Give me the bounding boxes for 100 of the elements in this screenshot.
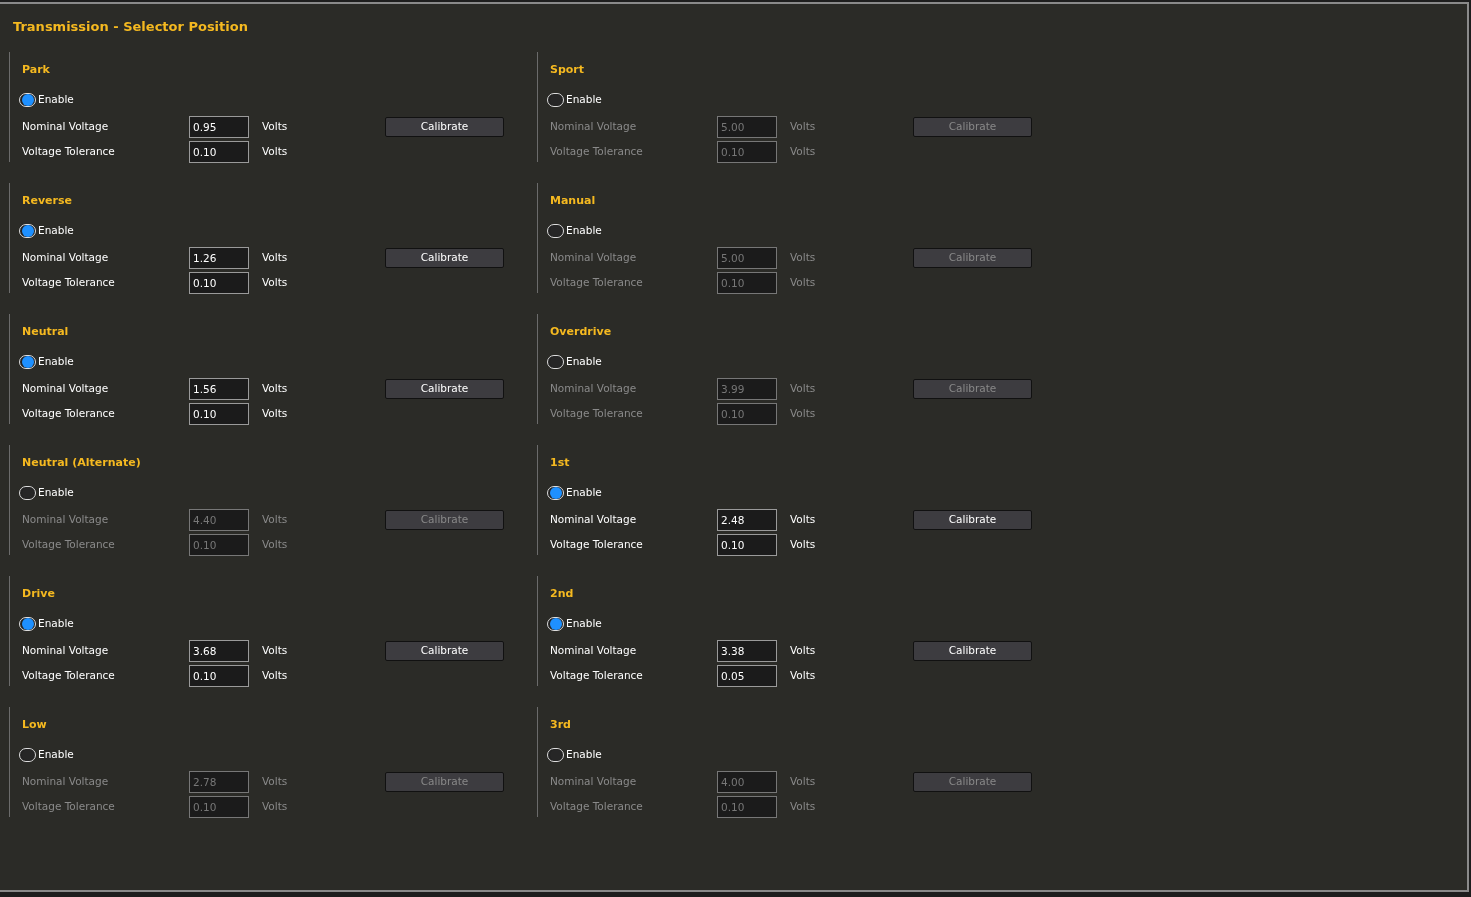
input-field[interactable]: 1.56 xyxy=(189,377,249,400)
radio-button[interactable] xyxy=(19,748,36,762)
section-title: Drive xyxy=(22,585,56,602)
unit-label: Volts xyxy=(790,406,817,422)
field-label: Voltage Tolerance xyxy=(22,275,116,291)
field-label: Voltage Tolerance xyxy=(550,275,644,291)
calibrate-button[interactable]: Calibrate xyxy=(385,378,504,399)
field-label: Nominal Voltage xyxy=(550,773,638,789)
section-title: Sport xyxy=(550,61,586,78)
radio-label[interactable]: Enable xyxy=(38,92,74,108)
input-field[interactable]: 2.48 xyxy=(717,508,777,531)
calibrate-button[interactable]: Calibrate xyxy=(385,247,504,268)
unit-label: Volts xyxy=(262,118,289,134)
radio-label[interactable]: Enable xyxy=(38,485,74,501)
unit-label: Volts xyxy=(262,537,289,553)
unit-label: Volts xyxy=(262,773,289,789)
radio-button[interactable] xyxy=(19,93,36,107)
field-label: Nominal Voltage xyxy=(550,118,638,134)
input-field[interactable]: 0.10 xyxy=(189,272,249,294)
unit-label: Volts xyxy=(262,642,289,658)
input-field[interactable]: 1.26 xyxy=(189,246,249,269)
input-field[interactable]: 0.05 xyxy=(717,665,777,687)
unit-label: Volts xyxy=(790,249,817,265)
radio-label[interactable]: Enable xyxy=(38,354,74,370)
calibrate-button[interactable]: Calibrate xyxy=(913,640,1032,661)
unit-label: Volts xyxy=(262,799,289,815)
unit-label: Volts xyxy=(790,668,817,684)
field-label: Voltage Tolerance xyxy=(550,537,644,553)
radio-label[interactable]: Enable xyxy=(566,616,602,632)
field-label: Voltage Tolerance xyxy=(22,668,116,684)
input-field[interactable]: 0.10 xyxy=(189,665,249,687)
radio-label[interactable]: Enable xyxy=(38,747,74,763)
section-title: 2nd xyxy=(550,585,575,602)
radio-button[interactable] xyxy=(547,355,564,369)
radio-button[interactable] xyxy=(19,617,36,631)
field-label: Nominal Voltage xyxy=(22,511,110,527)
unit-label: Volts xyxy=(262,144,289,160)
section-title: 1st xyxy=(550,454,571,471)
field-label: Nominal Voltage xyxy=(550,642,638,658)
section-title: Low xyxy=(22,716,48,733)
section-title: Neutral (Alternate) xyxy=(22,454,142,471)
unit-label: Volts xyxy=(262,406,289,422)
field-label: Nominal Voltage xyxy=(550,380,638,396)
field-label: Nominal Voltage xyxy=(550,249,638,265)
unit-label: Volts xyxy=(790,275,817,291)
unit-label: Volts xyxy=(790,799,817,815)
input-field[interactable]: 0.10 xyxy=(189,403,249,425)
radio-button[interactable] xyxy=(19,486,36,500)
field-label: Nominal Voltage xyxy=(22,642,110,658)
input-field[interactable]: 0.10 xyxy=(189,141,249,163)
unit-label: Volts xyxy=(262,275,289,291)
unit-label: Volts xyxy=(790,642,817,658)
radio-label[interactable]: Enable xyxy=(38,616,74,632)
field-label: Voltage Tolerance xyxy=(550,668,644,684)
input-field[interactable]: 3.68 xyxy=(189,639,249,662)
radio-button[interactable] xyxy=(19,355,36,369)
radio-button[interactable] xyxy=(547,224,564,238)
field-label: Nominal Voltage xyxy=(22,380,110,396)
calibrate-button[interactable]: Calibrate xyxy=(385,640,504,661)
field-label: Nominal Voltage xyxy=(22,118,110,134)
input-field[interactable]: 0.95 xyxy=(189,115,249,138)
panel-title: Transmission - Selector Position xyxy=(13,18,248,36)
field-label: Voltage Tolerance xyxy=(550,406,644,422)
unit-label: Volts xyxy=(262,668,289,684)
radio-button[interactable] xyxy=(547,748,564,762)
radio-label[interactable]: Enable xyxy=(566,223,602,239)
field-label: Voltage Tolerance xyxy=(550,144,644,160)
section-title: Reverse xyxy=(22,192,73,209)
unit-label: Volts xyxy=(790,144,817,160)
radio-label[interactable]: Enable xyxy=(566,747,602,763)
field-label: Voltage Tolerance xyxy=(22,144,116,160)
section-title: 3rd xyxy=(550,716,572,733)
unit-label: Volts xyxy=(262,249,289,265)
unit-label: Volts xyxy=(262,380,289,396)
radio-label[interactable]: Enable xyxy=(38,223,74,239)
calibrate-button[interactable]: Calibrate xyxy=(385,116,504,137)
calibrate-button[interactable]: Calibrate xyxy=(913,509,1032,530)
radio-button[interactable] xyxy=(547,617,564,631)
unit-label: Volts xyxy=(790,773,817,789)
radio-button[interactable] xyxy=(19,224,36,238)
radio-button[interactable] xyxy=(547,93,564,107)
section-title: Overdrive xyxy=(550,323,613,340)
field-label: Nominal Voltage xyxy=(22,773,110,789)
field-label: Voltage Tolerance xyxy=(550,799,644,815)
input-field[interactable]: 0.10 xyxy=(717,534,777,556)
unit-label: Volts xyxy=(262,511,289,527)
field-label: Voltage Tolerance xyxy=(22,537,116,553)
radio-label[interactable]: Enable xyxy=(566,354,602,370)
unit-label: Volts xyxy=(790,511,817,527)
unit-label: Volts xyxy=(790,537,817,553)
radio-button[interactable] xyxy=(547,486,564,500)
input-field[interactable]: 3.38 xyxy=(717,639,777,662)
field-label: Voltage Tolerance xyxy=(22,406,116,422)
field-label: Nominal Voltage xyxy=(550,511,638,527)
radio-label[interactable]: Enable xyxy=(566,485,602,501)
unit-label: Volts xyxy=(790,118,817,134)
radio-label[interactable]: Enable xyxy=(566,92,602,108)
field-label: Nominal Voltage xyxy=(22,249,110,265)
unit-label: Volts xyxy=(790,380,817,396)
section-title: Park xyxy=(22,61,51,78)
